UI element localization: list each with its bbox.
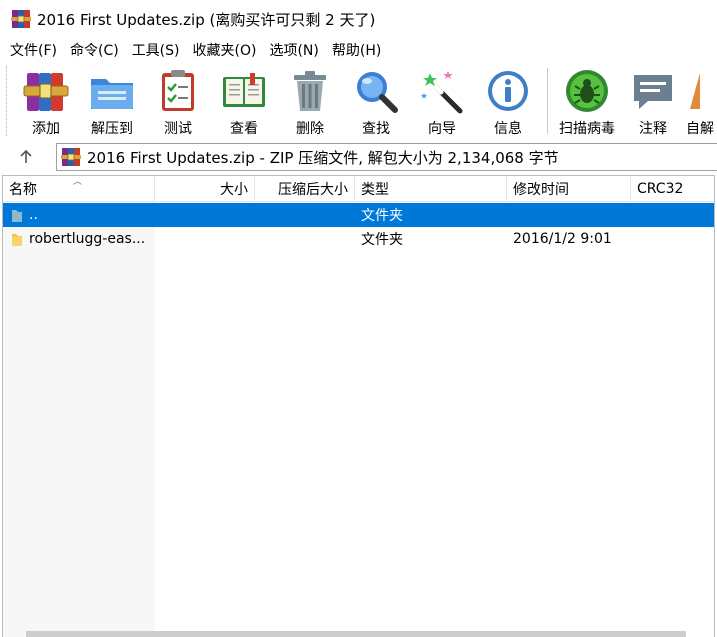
column-header-crc[interactable]: CRC32: [631, 176, 714, 202]
title-bar: 2016 First Updates.zip (离购买许可只剩 2 天了): [0, 0, 717, 38]
find-button[interactable]: 查找: [343, 62, 409, 138]
magic-wand-icon: [421, 71, 463, 114]
row-size: [155, 227, 255, 251]
column-packed-label: 压缩后大小: [278, 182, 348, 198]
extract-to-button[interactable]: 解压到: [79, 62, 145, 138]
view-button[interactable]: 查看: [211, 62, 277, 138]
name-column-background: [3, 202, 155, 637]
toolbar: 添加 解压到 测试 查看 删除 查找 向导 信息 扫描病毒 注释 自解: [0, 62, 717, 140]
sfx-icon: [690, 73, 700, 109]
menu-commands[interactable]: 命令(C): [65, 40, 124, 60]
column-name-label: 名称: [9, 182, 37, 198]
up-folder-button[interactable]: [8, 142, 44, 172]
menu-bar: 文件(F) 命令(C) 工具(S) 收藏夹(O) 选项(N) 帮助(H): [0, 38, 717, 62]
table-row-parent[interactable]: .. 文件夹: [3, 203, 714, 227]
column-header-name[interactable]: ︿ 名称: [3, 176, 155, 202]
self-extract-button[interactable]: 自解: [686, 62, 716, 138]
menu-options[interactable]: 选项(N): [264, 40, 323, 60]
row-type: 文件夹: [361, 208, 403, 224]
virus-scan-button[interactable]: 扫描病毒: [554, 62, 620, 138]
add-label: 添加: [32, 121, 60, 137]
row-crc: [631, 227, 714, 251]
speech-bubble-icon: [634, 75, 672, 109]
menu-tools[interactable]: 工具(S): [127, 40, 185, 60]
winrar-app-icon: [11, 9, 31, 29]
column-header-size[interactable]: 大小: [155, 176, 255, 202]
column-header-modified[interactable]: 修改时间: [507, 176, 631, 202]
info-button[interactable]: 信息: [475, 62, 541, 138]
row-type: 文件夹: [361, 232, 403, 248]
menu-help[interactable]: 帮助(H): [327, 40, 386, 60]
info-label: 信息: [494, 121, 522, 137]
archive-books-icon: [23, 73, 69, 111]
file-list: ︿ 名称 大小 压缩后大小 类型 修改时间 CRC32 .. 文件夹 rober…: [2, 175, 715, 637]
folder-extract-icon: [91, 79, 133, 109]
row-packed: [255, 227, 355, 251]
table-row[interactable]: robertlugg-eas... 文件夹 2016/1/2 9:01: [3, 227, 714, 251]
test-button[interactable]: 测试: [145, 62, 211, 138]
comment-button[interactable]: 注释: [620, 62, 686, 138]
trash-can-icon: [294, 71, 326, 111]
find-label: 查找: [362, 121, 390, 137]
delete-label: 删除: [296, 121, 324, 137]
address-field[interactable]: 2016 First Updates.zip - ZIP 压缩文件, 解包大小为…: [56, 143, 717, 171]
virus-scan-label: 扫描病毒: [559, 121, 615, 137]
folder-icon: [12, 234, 22, 246]
row-name: ..: [29, 207, 38, 223]
info-icon: [488, 71, 528, 111]
column-modified-label: 修改时间: [513, 182, 569, 198]
open-book-icon: [223, 73, 265, 107]
address-text: 2016 First Updates.zip - ZIP 压缩文件, 解包大小为…: [87, 148, 559, 167]
toolbar-separator: [547, 68, 548, 134]
arrow-up-icon: [20, 149, 32, 163]
toolbar-grip[interactable]: [6, 66, 9, 136]
delete-button[interactable]: 删除: [277, 62, 343, 138]
comment-label: 注释: [639, 121, 667, 137]
row-modified: [507, 203, 631, 227]
column-header-packed[interactable]: 压缩后大小: [255, 176, 355, 202]
column-size-label: 大小: [220, 182, 248, 198]
self-extract-label: 自解: [686, 121, 714, 137]
folder-up-icon: [12, 210, 22, 222]
sort-ascending-icon: ︿: [73, 177, 83, 187]
row-size: [155, 203, 255, 227]
wizard-label: 向导: [428, 121, 456, 137]
menu-file[interactable]: 文件(F): [5, 40, 62, 60]
zip-archive-icon: [61, 148, 81, 166]
column-crc-label: CRC32: [637, 181, 684, 197]
row-crc: [631, 203, 714, 227]
virus-bug-icon: [566, 70, 608, 112]
horizontal-scrollbar[interactable]: [26, 631, 686, 637]
address-bar: 2016 First Updates.zip - ZIP 压缩文件, 解包大小为…: [0, 140, 717, 174]
row-packed: [255, 203, 355, 227]
window-title: 2016 First Updates.zip (离购买许可只剩 2 天了): [37, 10, 376, 29]
wizard-button[interactable]: 向导: [409, 62, 475, 138]
magnifier-icon: [357, 72, 398, 113]
column-header-type[interactable]: 类型: [355, 176, 507, 202]
row-modified: 2016/1/2 9:01: [513, 231, 612, 247]
row-name: robertlugg-eas...: [29, 231, 146, 247]
test-label: 测试: [164, 121, 192, 137]
view-label: 查看: [230, 121, 258, 137]
add-button[interactable]: 添加: [13, 62, 79, 138]
extract-to-label: 解压到: [91, 121, 133, 137]
menu-favorites[interactable]: 收藏夹(O): [188, 40, 262, 60]
column-type-label: 类型: [361, 182, 389, 198]
clipboard-check-icon: [162, 70, 194, 111]
column-header-row: ︿ 名称 大小 压缩后大小 类型 修改时间 CRC32: [3, 176, 714, 202]
